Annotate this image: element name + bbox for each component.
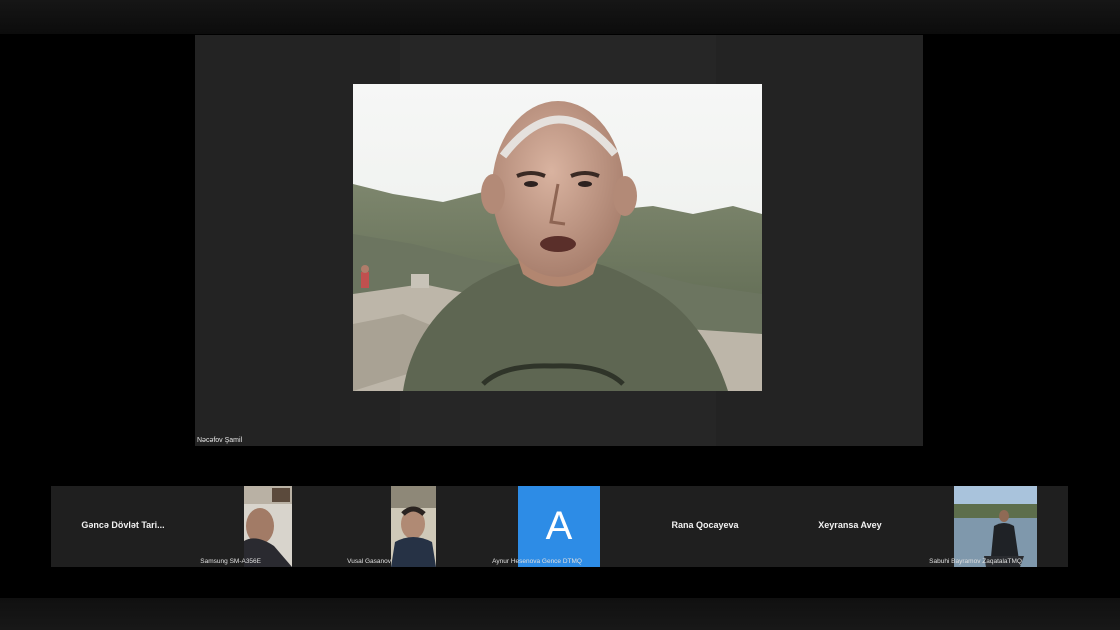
speaker-video-frame xyxy=(353,84,762,391)
participant-avatar[interactable]: A xyxy=(518,486,600,567)
participant-name: Sabuhi Bayramov ZaqatalaTMQ xyxy=(929,558,1022,565)
participant-video[interactable] xyxy=(954,486,1037,567)
participant-tile[interactable]: Gəncə Dövlət Tari... xyxy=(51,486,195,567)
window-top-bar xyxy=(0,0,1120,34)
participant-video-frame xyxy=(391,486,436,567)
active-speaker-video[interactable] xyxy=(353,84,762,391)
participant-video-frame xyxy=(244,486,292,567)
participant-strip: Gəncə Dövlət Tari... Samsung SM-A356E Vu… xyxy=(51,486,1068,567)
window-bottom-bar xyxy=(0,598,1120,630)
participant-name: Vusal Gasanov xyxy=(347,558,391,565)
active-speaker-name: Nəcəfov Şamil xyxy=(197,437,243,444)
participant-tile[interactable]: Rana Qocayeva xyxy=(633,486,777,567)
avatar-letter: A xyxy=(545,504,573,548)
active-speaker-stage: Nəcəfov Şamil xyxy=(195,35,923,446)
participant-name: Xeyransa Avey xyxy=(818,520,882,530)
participant-video-frame xyxy=(954,486,1037,567)
participant-video[interactable] xyxy=(244,486,292,567)
participant-name: Gəncə Dövlət Tari... xyxy=(81,520,165,530)
participant-device-label: Samsung SM-A356E xyxy=(200,558,261,565)
participant-tile[interactable]: Xeyransa Avey xyxy=(778,486,922,567)
participant-video[interactable] xyxy=(391,486,436,567)
participant-name: Rana Qocayeva xyxy=(671,520,739,530)
participant-name: Aynur Hesenova Gence DTMQ xyxy=(492,558,582,565)
